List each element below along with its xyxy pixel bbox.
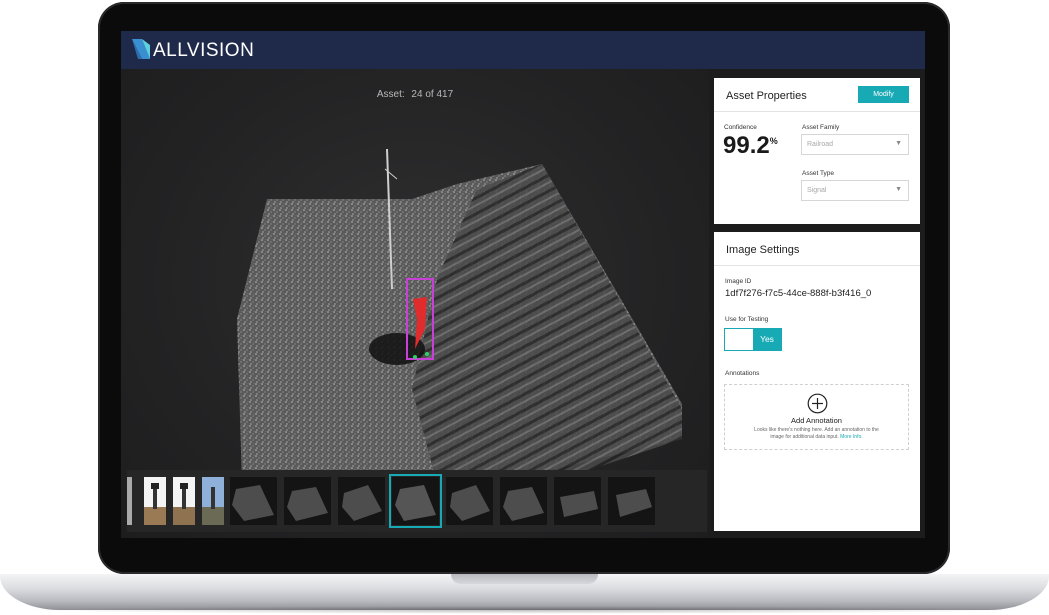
use-for-testing-toggle[interactable]: Yes	[724, 328, 782, 351]
app-title: ALLVISION	[153, 40, 255, 61]
thumbnail-pointcloud-6[interactable]	[500, 477, 547, 525]
add-annotation-label: Add Annotation	[791, 416, 842, 425]
image-id-value: 1df7f276-f7c5-44ce-888f-b3f416_0	[725, 288, 872, 299]
annotation-empty-message: Looks like there's nothing here. Add an …	[754, 427, 879, 440]
toggle-on-segment[interactable]: Yes	[753, 329, 781, 350]
asset-properties-title: Asset Properties	[726, 90, 807, 102]
thumbnail-photo-3[interactable]	[202, 477, 224, 525]
confidence-unit: %	[769, 136, 778, 146]
more-info-link[interactable]: More Info.	[840, 434, 863, 440]
asset-counter-label: Asset:	[376, 89, 405, 100]
asset-family-select[interactable]: Railroad ▼	[801, 134, 909, 155]
image-id-label: Image ID	[725, 278, 752, 285]
asset-family-value: Railroad	[807, 141, 834, 148]
pointcloud-viewer[interactable]: Asset: 24 of 417	[121, 69, 709, 538]
add-circle-icon[interactable]	[807, 393, 828, 414]
thumbnail-photo-1[interactable]	[144, 477, 166, 525]
image-settings-title: Image Settings	[726, 244, 800, 256]
add-annotation-dropzone[interactable]: Add Annotation Looks like there's nothin…	[724, 384, 909, 450]
asset-counter: Asset: 24 of 417	[121, 89, 709, 100]
app-screen: ALLVISION Asset: 24 of 417 Asset Propert…	[121, 31, 925, 538]
chevron-down-icon: ▼	[895, 186, 902, 193]
asset-family-label: Asset Family	[802, 124, 840, 131]
laptop-shadow	[20, 606, 1029, 614]
thumbnail-pointcloud-2[interactable]	[284, 477, 331, 525]
thumbnail-pointcloud-3[interactable]	[338, 477, 385, 525]
image-settings-panel: Image Settings Image ID 1df7f276-f7c5-44…	[714, 232, 920, 531]
chevron-down-icon: ▼	[895, 140, 902, 147]
confidence-label: Confidence	[724, 124, 757, 131]
asset-type-value: Signal	[807, 187, 827, 194]
allvision-logo-icon	[132, 39, 150, 59]
thumbnail-pointcloud-1[interactable]	[230, 477, 277, 525]
asset-type-select[interactable]: Signal ▼	[801, 180, 909, 201]
thumbnail-pointcloud-selected[interactable]	[389, 474, 442, 528]
laptop-base-notch	[451, 574, 598, 584]
panel-divider	[714, 111, 920, 112]
pointcloud-render[interactable]	[237, 149, 691, 484]
asset-counter-value: 24 of 417	[411, 89, 454, 100]
thumbnail-filmstrip[interactable]	[127, 470, 707, 532]
use-for-testing-label: Use for Testing	[725, 316, 769, 323]
thumbnail-pointcloud-5[interactable]	[446, 477, 493, 525]
thumbnail-partial[interactable]	[127, 477, 132, 525]
asset-type-label: Asset Type	[802, 170, 835, 177]
confidence-value: 99.2%	[723, 132, 778, 159]
annotations-label: Annotations	[725, 370, 760, 377]
panel-divider	[714, 265, 920, 266]
modify-button[interactable]: Modify	[858, 86, 909, 103]
toggle-off-segment[interactable]	[725, 329, 754, 350]
thumbnail-pointcloud-7[interactable]	[554, 477, 601, 525]
app-header: ALLVISION	[121, 31, 925, 69]
thumbnail-pointcloud-8[interactable]	[608, 477, 655, 525]
asset-properties-panel: Asset Properties Modify Confidence 99.2%…	[714, 78, 920, 224]
thumbnail-photo-2[interactable]	[173, 477, 195, 525]
